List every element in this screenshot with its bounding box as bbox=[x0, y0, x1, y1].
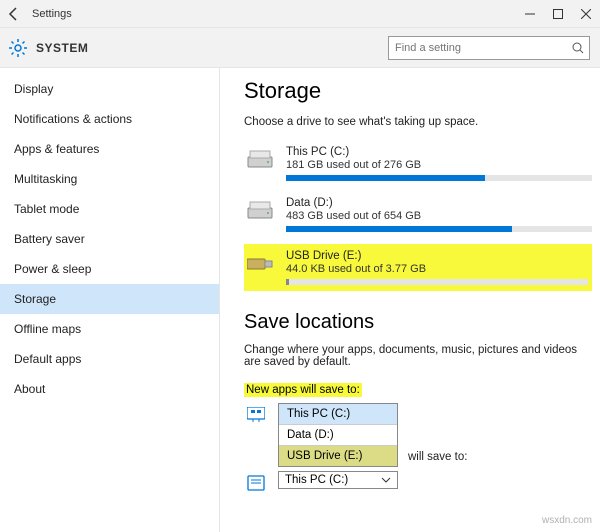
search-box[interactable] bbox=[388, 36, 590, 60]
sidebar-item-apps-features[interactable]: Apps & features bbox=[0, 134, 220, 164]
sidebar: Display Notifications & actions Apps & f… bbox=[0, 68, 220, 532]
chevron-down-icon bbox=[381, 477, 391, 483]
apps-icon bbox=[244, 405, 268, 425]
drive-name: USB Drive (E:) bbox=[286, 250, 588, 262]
sidebar-item-multitasking[interactable]: Multitasking bbox=[0, 164, 220, 194]
sidebar-item-notifications[interactable]: Notifications & actions bbox=[0, 104, 220, 134]
dropdown-option-data-d[interactable]: Data (D:) bbox=[279, 424, 397, 445]
sidebar-item-default-apps[interactable]: Default apps bbox=[0, 344, 220, 374]
sidebar-item-offline-maps[interactable]: Offline maps bbox=[0, 314, 220, 344]
sidebar-item-about[interactable]: About bbox=[0, 374, 220, 404]
drive-name: This PC (C:) bbox=[286, 146, 592, 158]
new-apps-dropdown-open[interactable]: This PC (C:) Data (D:) USB Drive (E:) bbox=[278, 403, 398, 467]
titlebar: Settings bbox=[0, 0, 600, 28]
drive-row-d[interactable]: Data (D:) 483 GB used out of 654 GB bbox=[244, 193, 592, 236]
drive-subtitle: 44.0 KB used out of 3.77 GB bbox=[286, 263, 588, 275]
back-button[interactable] bbox=[0, 0, 28, 28]
gear-icon bbox=[8, 38, 28, 58]
new-apps-label: New apps will save to: bbox=[244, 383, 362, 397]
hdd-icon bbox=[244, 199, 276, 223]
next-save-row: This PC (C:) bbox=[244, 471, 592, 493]
drive-name: Data (D:) bbox=[286, 197, 592, 209]
search-icon[interactable] bbox=[567, 42, 589, 54]
sidebar-item-power-sleep[interactable]: Power & sleep bbox=[0, 254, 220, 284]
drive-row-e[interactable]: USB Drive (E:) 44.0 KB used out of 3.77 … bbox=[244, 244, 592, 291]
partial-save-label: will save to: bbox=[408, 451, 467, 463]
save-dropdown-collapsed[interactable]: This PC (C:) bbox=[278, 471, 398, 489]
sidebar-item-tablet-mode[interactable]: Tablet mode bbox=[0, 194, 220, 224]
usb-icon bbox=[244, 252, 276, 276]
main-pane: Storage Choose a drive to see what's tak… bbox=[220, 68, 600, 532]
window-title: Settings bbox=[28, 8, 516, 20]
drive-row-c[interactable]: This PC (C:) 181 GB used out of 276 GB bbox=[244, 142, 592, 185]
minimize-button[interactable] bbox=[516, 0, 544, 28]
sidebar-item-battery-saver[interactable]: Battery saver bbox=[0, 224, 220, 254]
search-input[interactable] bbox=[389, 42, 567, 54]
content: Display Notifications & actions Apps & f… bbox=[0, 68, 600, 532]
drive-usage-bar bbox=[286, 279, 588, 285]
dropdown-value: This PC (C:) bbox=[285, 474, 348, 486]
drive-subtitle: 483 GB used out of 654 GB bbox=[286, 210, 592, 222]
page-title: Storage bbox=[244, 78, 592, 104]
header-section-title: SYSTEM bbox=[36, 41, 388, 55]
maximize-button[interactable] bbox=[544, 0, 572, 28]
hdd-icon bbox=[244, 148, 276, 172]
documents-icon bbox=[244, 473, 268, 493]
sidebar-item-storage[interactable]: Storage bbox=[0, 284, 220, 314]
save-locations-description: Change where your apps, documents, music… bbox=[244, 344, 592, 368]
new-apps-save-row: This PC (C:) Data (D:) USB Drive (E:) wi… bbox=[244, 403, 592, 467]
sidebar-item-display[interactable]: Display bbox=[0, 74, 220, 104]
drive-usage-bar bbox=[286, 226, 592, 232]
close-button[interactable] bbox=[572, 0, 600, 28]
save-locations-heading: Save locations bbox=[244, 311, 592, 334]
dropdown-option-usb-e[interactable]: USB Drive (E:) bbox=[279, 445, 397, 466]
drive-usage-bar bbox=[286, 175, 592, 181]
storage-description: Choose a drive to see what's taking up s… bbox=[244, 116, 592, 128]
header: SYSTEM bbox=[0, 28, 600, 68]
drive-subtitle: 181 GB used out of 276 GB bbox=[286, 159, 592, 171]
watermark: wsxdn.com bbox=[542, 515, 592, 526]
dropdown-option-this-pc[interactable]: This PC (C:) bbox=[279, 404, 397, 424]
